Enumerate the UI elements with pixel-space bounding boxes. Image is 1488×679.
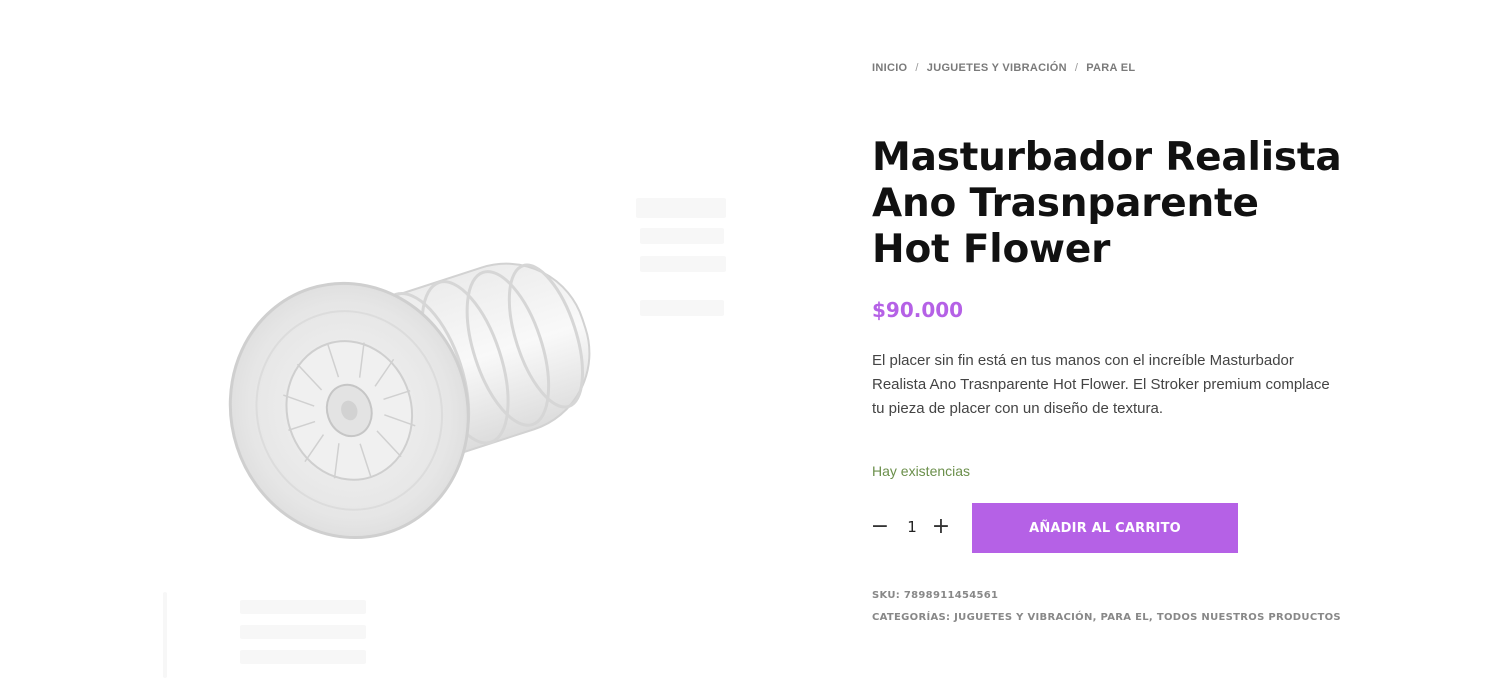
category-link-juguetes[interactable]: JUGUETES Y VIBRACIÓN	[954, 612, 1093, 623]
breadcrumb-separator: /	[1074, 62, 1079, 74]
stock-status: Hay existencias	[872, 463, 971, 479]
product-sku: SKU: 7898911454561	[872, 590, 998, 601]
faded-background-shape	[240, 625, 366, 639]
category-separator: ,	[1092, 612, 1097, 623]
decrease-quantity-button[interactable]: −	[870, 514, 890, 540]
product-title: Masturbador Realista Ano Trasnparente Ho…	[872, 135, 1342, 272]
sku-label: SKU:	[872, 590, 901, 601]
product-description: El placer sin fin está en tus manos con …	[872, 352, 1330, 417]
add-to-cart-button[interactable]: AÑADIR AL CARRITO	[972, 503, 1238, 553]
faded-background-shape	[240, 650, 366, 664]
quantity-stepper: − +	[870, 503, 962, 553]
category-separator: ,	[1148, 612, 1154, 623]
breadcrumb-link-inicio[interactable]: INICIO	[872, 62, 907, 74]
faded-background-shape	[163, 592, 167, 678]
breadcrumb: INICIO / JUGUETES Y VIBRACIÓN / PARA EL	[872, 62, 1135, 74]
product-categories: CATEGORÍAS: JUGUETES Y VIBRACIÓN, PARA E…	[872, 612, 1341, 623]
breadcrumb-link-para-el[interactable]: PARA EL	[1086, 62, 1135, 74]
faded-background-shape	[636, 198, 726, 218]
product-image[interactable]	[200, 220, 660, 580]
categories-label: CATEGORÍAS:	[872, 612, 951, 623]
sku-value: 7898911454561	[903, 590, 999, 601]
breadcrumb-separator: /	[915, 62, 919, 74]
faded-background-shape	[240, 600, 366, 614]
increase-quantity-button[interactable]: +	[931, 514, 951, 540]
breadcrumb-link-juguetes[interactable]: JUGUETES Y VIBRACIÓN	[927, 62, 1067, 74]
product-price: $90.000	[872, 298, 964, 322]
quantity-input[interactable]	[896, 517, 928, 537]
category-link-todos[interactable]: TODOS NUESTROS PRODUCTOS	[1157, 612, 1341, 623]
product-gallery	[0, 0, 830, 679]
category-link-para-el[interactable]: PARA EL	[1101, 612, 1149, 623]
